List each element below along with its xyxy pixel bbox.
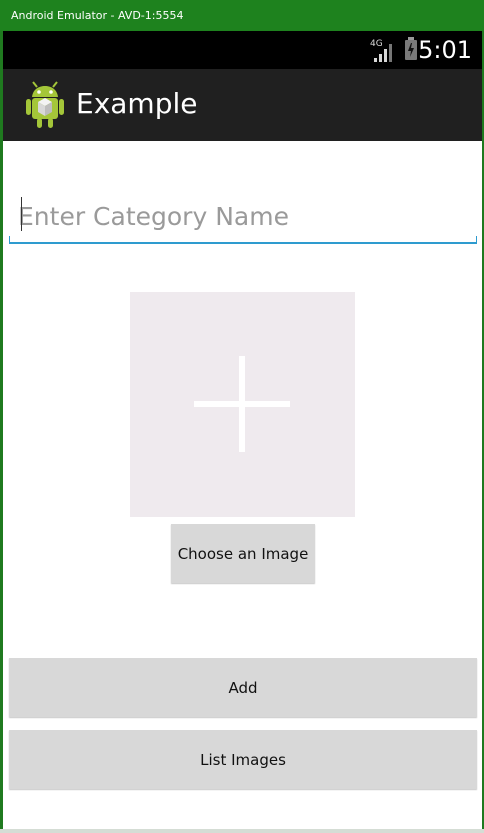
window-bottom-edge [0, 829, 484, 833]
image-preview-placeholder[interactable] [130, 292, 355, 517]
emulator-window: Android Emulator - AVD-1:5554 4G 5:01 Ex… [0, 0, 484, 833]
network-icon: 4G [370, 39, 392, 62]
status-bar: 4G 5:01 [3, 31, 482, 69]
network-type-label: 4G [370, 39, 383, 49]
main-content: Choose an Image Add List Images [3, 141, 482, 829]
list-images-button[interactable]: List Images [9, 730, 477, 789]
emulator-titlebar: Android Emulator - AVD-1:5554 [0, 0, 484, 31]
add-button[interactable]: Add [9, 658, 477, 717]
text-cursor [21, 197, 22, 231]
action-bar: Example [3, 69, 482, 141]
input-underline [9, 236, 477, 244]
battery-icon [405, 37, 417, 60]
category-name-input[interactable] [8, 193, 476, 239]
status-time: 5:01 [418, 36, 472, 64]
plus-icon [194, 356, 290, 452]
app-title: Example [76, 87, 198, 120]
android-device-screen: 4G 5:01 Example Enter Category Name Choo… [3, 31, 482, 829]
android-icon [26, 81, 64, 128]
choose-image-button[interactable]: Choose an Image [171, 524, 315, 583]
